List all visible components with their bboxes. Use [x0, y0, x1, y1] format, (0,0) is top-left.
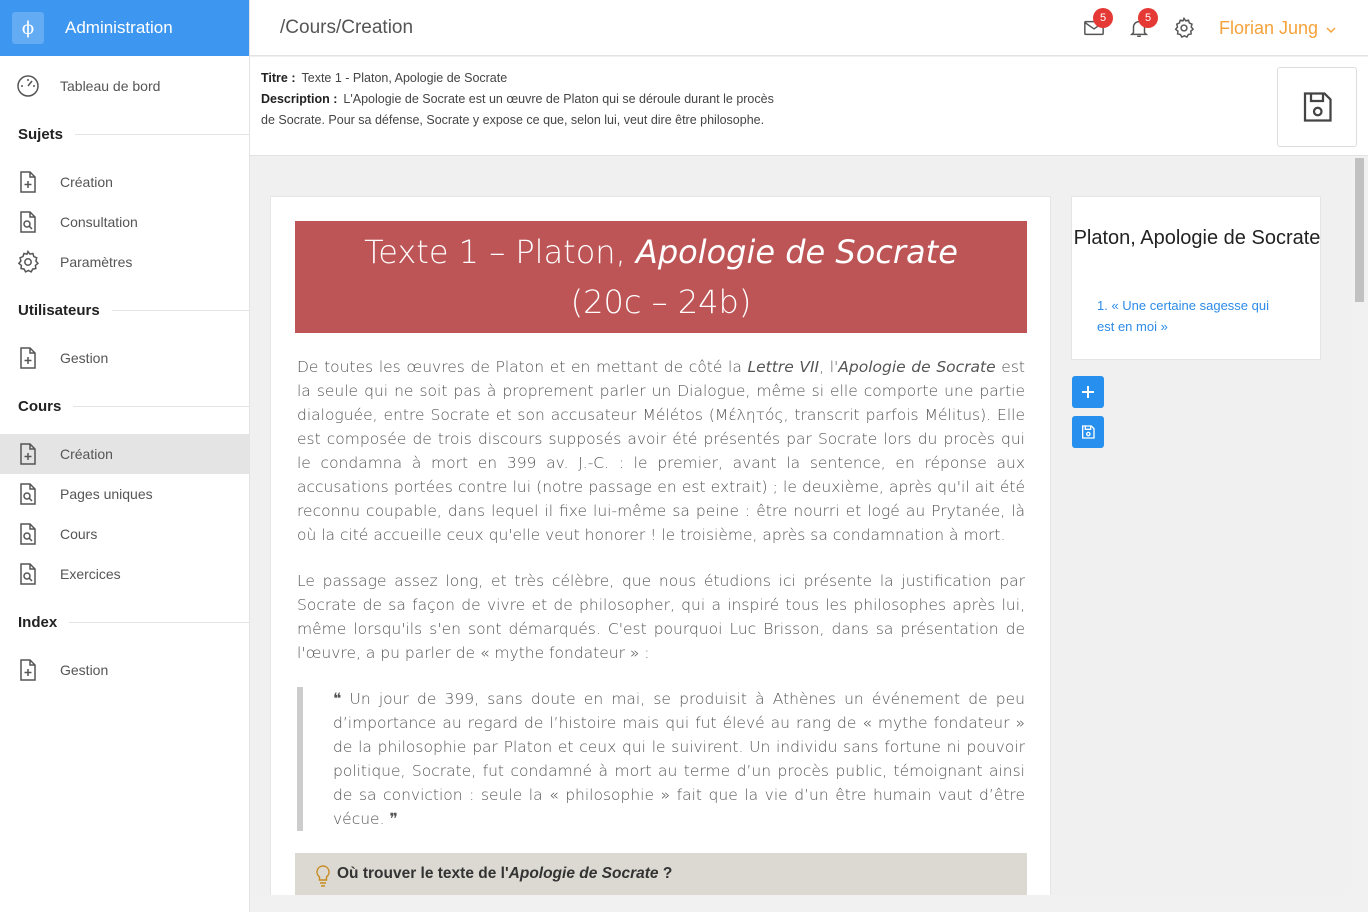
sidebar-item-label: Création — [60, 446, 113, 462]
file-search-icon — [20, 563, 36, 585]
divider — [73, 405, 250, 407]
save-section-button[interactable] — [1072, 416, 1104, 448]
floppy-disk-icon — [1303, 92, 1332, 122]
sidebar-item-tableau-de-bord[interactable]: Tableau de bord — [0, 66, 250, 106]
title-key: Titre : — [261, 71, 296, 85]
notifications-badge: 5 — [1138, 8, 1158, 28]
sidebar-item-sujets-parametres[interactable]: Paramètres — [0, 242, 250, 282]
sidebar-item-sujets-consultation[interactable]: Consultation — [0, 202, 250, 242]
add-section-button[interactable] — [1072, 376, 1104, 408]
breadcrumb: /Cours/Creation — [280, 17, 414, 38]
course-description-1: L'Apologie de Socrate est un œuvre de Pl… — [343, 92, 774, 106]
sidebar-item-label: Exercices — [60, 566, 121, 582]
sidebar-item-label: Pages uniques — [60, 486, 153, 502]
sidebar-item-cours-creation[interactable]: Création — [0, 434, 250, 474]
user-menu[interactable]: Florian Jung — [1219, 18, 1318, 39]
paragraph-1: De toutes les œuvres de Platon et en met… — [297, 358, 1025, 544]
save-button[interactable] — [1277, 67, 1357, 147]
hero-title: Texte 1 – Platon, Apologie de Socrate — [364, 233, 958, 271]
lightbulb-icon — [316, 865, 330, 887]
description-key: Description : — [261, 92, 338, 106]
sidebar-item-label: Gestion — [60, 662, 109, 678]
course-hero-banner: Texte 1 – Platon, Apologie de Socrate (2… — [295, 221, 1027, 333]
divider — [75, 133, 250, 135]
sidebar-item-label: Création — [60, 174, 113, 190]
scrollbar-thumb[interactable] — [1355, 158, 1364, 302]
course-title-line: Titre : Texte 1 - Platon, Apologie de Soc… — [261, 71, 507, 85]
sidebar-section-index: Index — [0, 612, 250, 632]
sidebar-item-label: Cours — [60, 526, 98, 542]
course-description-line: Description : L'Apologie de Socrate est u… — [261, 92, 774, 106]
file-plus-icon — [20, 171, 36, 193]
tip-title: Où trouver le texte de l'Apologie de Soc… — [337, 865, 673, 882]
chevron-down-icon[interactable] — [1326, 26, 1336, 34]
file-search-icon — [20, 523, 36, 545]
sidebar-section-cours: Cours — [0, 396, 250, 416]
gear-icon — [1174, 16, 1195, 39]
hero-subtitle: (20c – 24b) — [570, 283, 752, 321]
course-title: Texte 1 - Platon, Apologie de Socrate — [301, 71, 508, 85]
blockquote: ❝ Un jour de 399, sans doute en mai, se … — [297, 687, 1025, 831]
scrollbar-corner — [1351, 895, 1368, 912]
quote-text: ❝ Un jour de 399, sans doute en mai, se … — [333, 690, 1025, 828]
course-content: Texte 1 – Platon, Apologie de Socrate (2… — [270, 196, 1051, 912]
brand-header[interactable]: ϕ Administration — [0, 0, 249, 56]
course-description-line-2: de Socrate. Pour sa défense, Socrate y e… — [261, 113, 765, 127]
messages-badge: 5 — [1093, 8, 1113, 28]
sidebar-item-pages-uniques[interactable]: Pages uniques — [0, 474, 250, 514]
brand-logo-icon: ϕ — [12, 12, 44, 44]
sidebar-section-sujets: Sujets — [0, 124, 250, 144]
file-search-icon — [20, 483, 36, 505]
sidebar: ϕ Administration Tableau de bord Sujets … — [0, 0, 250, 912]
brand-name: Administration — [65, 18, 173, 37]
floppy-disk-icon — [1082, 425, 1095, 439]
divider — [111, 309, 250, 311]
sidebar-item-cours[interactable]: Cours — [0, 514, 250, 554]
file-plus-icon — [20, 347, 36, 369]
dashboard-gauge-icon — [17, 75, 39, 97]
topbar: /Cours/Creation 5 5 Florian Jung — [250, 0, 1368, 56]
sidebar-item-index-gestion[interactable]: Gestion — [0, 650, 250, 690]
plus-icon — [1082, 386, 1094, 398]
vertical-scrollbar[interactable] — [1351, 156, 1368, 896]
notifications-button[interactable]: 5 — [1128, 8, 1158, 39]
sidebar-item-label: Gestion — [60, 350, 109, 366]
sidebar-item-exercices[interactable]: Exercices — [0, 554, 250, 594]
divider — [69, 621, 250, 623]
gear-icon — [17, 250, 39, 273]
sidebar-item-sujets-creation[interactable]: Création — [0, 162, 250, 202]
file-plus-icon — [20, 443, 36, 465]
sidebar-item-utilisateurs-gestion[interactable]: Gestion — [0, 338, 250, 378]
toc-title: Platon, Apologie de Socrate — [1073, 227, 1321, 249]
file-plus-icon — [20, 659, 36, 681]
course-info-bar: Titre : Texte 1 - Platon, Apologie de Soc… — [250, 57, 1368, 156]
sidebar-item-label: Paramètres — [60, 254, 133, 270]
messages-button[interactable]: 5 — [1083, 8, 1113, 39]
toc-link-1[interactable]: 1. « Une certaine sagesse qui est en moi… — [1097, 295, 1287, 337]
paragraph-2: Le passage assez long, et très célèbre, … — [297, 572, 1025, 662]
horizontal-scrollbar[interactable] — [250, 895, 1351, 912]
table-of-contents: Platon, Apologie de Socrate 1. « Une cer… — [1071, 196, 1321, 360]
sidebar-item-label: Tableau de bord — [60, 78, 161, 94]
settings-button[interactable] — [1173, 16, 1195, 39]
sidebar-item-label: Consultation — [60, 214, 138, 230]
sidebar-section-utilisateurs: Utilisateurs — [0, 300, 250, 320]
file-search-icon — [20, 211, 36, 233]
